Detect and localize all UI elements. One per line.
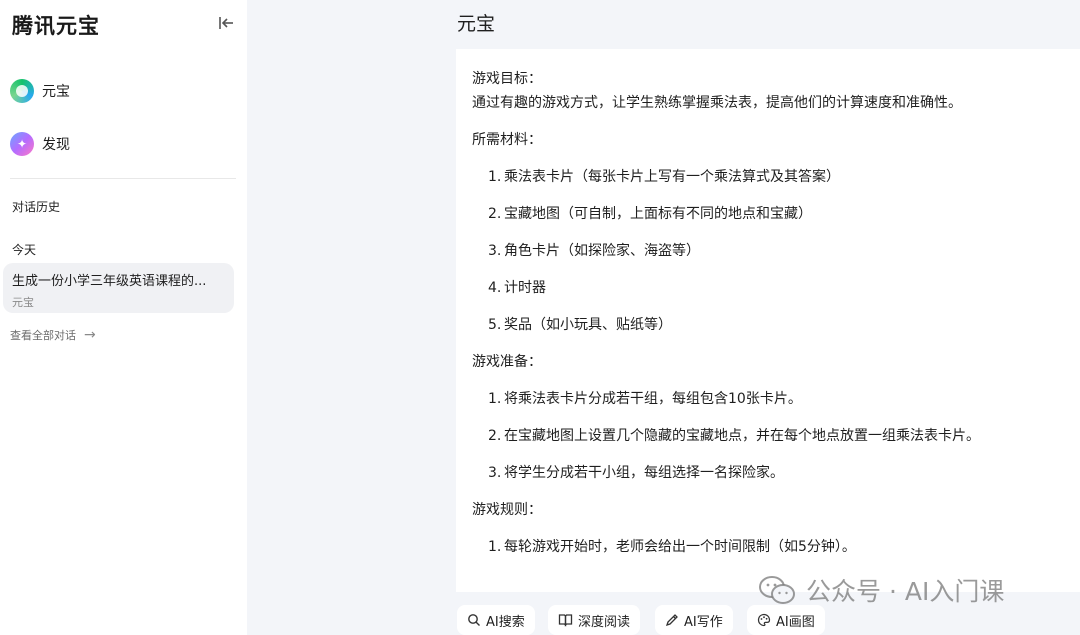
sidebar: 腾讯元宝 元宝 发现 对话历史 今天 生成一份小学三年级英语课程的... 元宝 … xyxy=(0,0,247,635)
tool-label: 深度阅读 xyxy=(578,614,631,630)
goal-text: 通过有趣的游戏方式，让学生熟练掌握乘法表，提高他们的计算速度和准确性。 xyxy=(472,95,962,111)
palette-icon xyxy=(757,613,771,627)
collapse-sidebar-button[interactable] xyxy=(215,12,237,34)
history-item-subtitle: 元宝 xyxy=(12,296,34,309)
list-item: 5. 奖品（如小玩具、贴纸等） xyxy=(488,317,672,333)
ai-writing-button[interactable]: AI写作 xyxy=(655,605,733,635)
search-icon xyxy=(468,614,480,626)
history-item-title: 生成一份小学三年级英语课程的... xyxy=(12,274,207,289)
deep-reading-button[interactable]: 深度阅读 xyxy=(548,605,641,635)
book-icon xyxy=(558,614,573,627)
view-all-conversations-link[interactable]: 查看全部对话 → xyxy=(10,327,96,343)
list-item: 4. 计时器 xyxy=(488,280,546,296)
chat-response-content: 游戏目标： 通过有趣的游戏方式，让学生熟练掌握乘法表，提高他们的计算速度和准确性… xyxy=(456,49,1080,592)
pen-icon xyxy=(665,614,678,627)
nav-item-label: 元宝 xyxy=(42,84,70,100)
rules-heading: 游戏规则： xyxy=(472,502,542,518)
prep-heading: 游戏准备： xyxy=(472,354,542,370)
history-item[interactable]: 生成一份小学三年级英语课程的... 元宝 xyxy=(3,263,234,313)
arrow-right-icon: → xyxy=(84,327,96,343)
yuanbao-logo-icon xyxy=(10,79,34,103)
list-item: 3. 角色卡片（如探险家、海盗等） xyxy=(488,243,700,259)
discover-sparkle-icon xyxy=(10,132,34,156)
app-brand-title: 腾讯元宝 xyxy=(12,13,100,38)
nav-item-discover[interactable]: 发现 xyxy=(10,127,230,161)
list-item: 1. 将乘法表卡片分成若干组，每组包含10张卡片。 xyxy=(488,391,802,407)
today-group-label: 今天 xyxy=(12,243,37,257)
ai-search-button[interactable]: AI搜索 xyxy=(457,605,535,635)
list-item: 1. 每轮游戏开始时，老师会给出一个时间限制（如5分钟）。 xyxy=(488,539,856,555)
collapse-left-icon xyxy=(219,17,233,29)
nav-item-yuanbao[interactable]: 元宝 xyxy=(10,74,230,108)
list-item: 3. 将学生分成若干小组，每组选择一名探险家。 xyxy=(488,465,784,481)
sidebar-divider xyxy=(10,178,236,179)
ai-drawing-button[interactable]: AI画图 xyxy=(747,605,825,635)
view-all-label: 查看全部对话 xyxy=(10,329,76,342)
goal-heading: 游戏目标： xyxy=(472,71,542,87)
list-item: 1. 乘法表卡片（每张卡片上写有一个乘法算式及其答案） xyxy=(488,169,840,185)
list-item: 2. 宝藏地图（可自制，上面标有不同的地点和宝藏） xyxy=(488,206,812,222)
page-title: 元宝 xyxy=(457,13,496,35)
history-section-title: 对话历史 xyxy=(12,200,61,214)
tool-label: AI写作 xyxy=(684,614,723,630)
materials-heading: 所需材料： xyxy=(472,132,542,148)
tool-label: AI画图 xyxy=(776,614,815,630)
list-item: 2. 在宝藏地图上设置几个隐藏的宝藏地点，并在每个地点放置一组乘法表卡片。 xyxy=(488,428,980,444)
tool-label: AI搜索 xyxy=(486,614,525,630)
nav-item-label: 发现 xyxy=(42,137,70,153)
